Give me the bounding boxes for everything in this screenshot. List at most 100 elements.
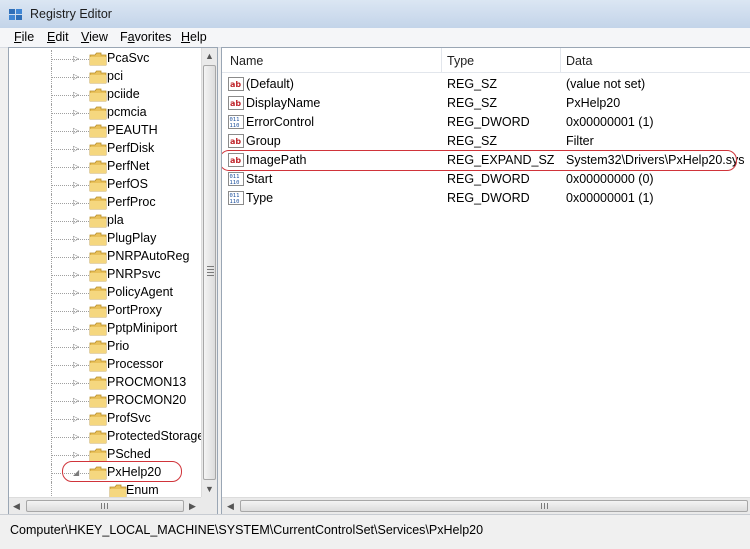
tree-guide-line (51, 95, 89, 96)
tree-item[interactable]: ▷ PerfDisk (9, 140, 201, 158)
value-row[interactable]: ab DisplayName REG_SZ PxHelp20 (222, 94, 750, 113)
tree-item[interactable]: ▷ pla (9, 212, 201, 230)
value-data: (value not set) (566, 77, 646, 91)
tree-item[interactable]: ▷ Prio (9, 338, 201, 356)
column-type-header[interactable]: Type (447, 54, 474, 68)
collapse-arrow-icon[interactable]: ◢ (73, 468, 82, 478)
tree-scroll-thumb[interactable] (203, 65, 216, 480)
binary-value-icon: 011110 (228, 115, 244, 129)
tree-item-label: ProfSvc (107, 411, 151, 425)
value-data: 0x00000001 (1) (566, 191, 654, 205)
menu-edit[interactable]: Edit (47, 30, 69, 44)
key-tree-pane[interactable]: ▷ PcaSvc ▷ pci ▷ pciide ▷ pcmcia ▷ PEAUTH ▷ PerfDis… (8, 47, 218, 515)
expand-arrow-icon[interactable]: ▷ (73, 288, 82, 298)
tree-item[interactable]: ▷ PerfProc (9, 194, 201, 212)
scroll-left-icon[interactable]: ◀ (13, 501, 20, 512)
expand-arrow-icon[interactable]: ▷ (73, 162, 82, 172)
tree-guide-line (51, 482, 52, 497)
expand-arrow-icon[interactable]: ▷ (73, 234, 82, 244)
expand-arrow-icon[interactable]: ▷ (73, 378, 82, 388)
expand-arrow-icon[interactable]: ▷ (73, 54, 82, 64)
tree-guide-line (51, 401, 89, 402)
value-row[interactable]: ab ImagePath REG_EXPAND_SZ System32\Drivers… (222, 151, 750, 170)
expand-arrow-icon[interactable]: ▷ (73, 396, 82, 406)
tree-item-label: PerfNet (107, 159, 150, 173)
tree-guide-line (51, 185, 89, 186)
tree-item[interactable]: ▷ pci (9, 68, 201, 86)
scroll-down-icon[interactable]: ▼ (205, 484, 214, 494)
tree-item[interactable]: ▷ Processor (9, 356, 201, 374)
tree-vertical-scrollbar[interactable]: ▲ ▼ (201, 48, 217, 497)
value-name: Type (246, 191, 274, 205)
values-hscroll-thumb[interactable] (240, 500, 748, 512)
tree-item-child[interactable]: Enum (9, 482, 201, 497)
expand-arrow-icon[interactable]: ▷ (73, 450, 82, 460)
value-row[interactable]: ab (Default) REG_SZ (value not set) (222, 75, 750, 94)
tree-item[interactable]: ▷ PortProxy (9, 302, 201, 320)
column-name-header[interactable]: Name (230, 54, 263, 68)
menu-view[interactable]: View (81, 30, 108, 44)
tree-item[interactable]: ▷ PROCMON20 (9, 392, 201, 410)
tree-guide-line (51, 455, 89, 456)
scroll-up-icon[interactable]: ▲ (205, 51, 214, 61)
tree-horizontal-scrollbar[interactable]: ◀ ▶ (9, 497, 201, 514)
value-row[interactable]: 011 110 Start REG_DWORD 0x00000000 (0) (222, 170, 750, 189)
values-horizontal-scrollbar[interactable]: ◀ (222, 497, 750, 514)
grip-icon (207, 266, 214, 276)
scroll-right-icon[interactable]: ▶ (189, 501, 196, 512)
expand-arrow-icon[interactable]: ▷ (73, 198, 82, 208)
expand-arrow-icon[interactable]: ▷ (73, 360, 82, 370)
tree-item[interactable]: ▷ PolicyAgent (9, 284, 201, 302)
expand-arrow-icon[interactable]: ▷ (73, 414, 82, 424)
tree-item[interactable]: ▷ PEAUTH (9, 122, 201, 140)
value-row[interactable]: 011 110 Type REG_DWORD 0x00000001 (1) (222, 189, 750, 208)
expand-arrow-icon[interactable]: ▷ (73, 126, 82, 136)
tree-item-label: PxHelp20 (107, 465, 162, 479)
tree-item[interactable]: ▷ pciide (9, 86, 201, 104)
expand-arrow-icon[interactable]: ▷ (73, 432, 82, 442)
column-data-header[interactable]: Data (566, 54, 592, 68)
column-divider[interactable] (560, 48, 561, 72)
menu-favorites[interactable]: Favorites (120, 30, 171, 44)
expand-arrow-icon[interactable]: ▷ (73, 216, 82, 226)
expand-arrow-icon[interactable]: ▷ (73, 324, 82, 334)
key-tree[interactable]: ▷ PcaSvc ▷ pci ▷ pciide ▷ pcmcia ▷ PEAUTH ▷ PerfDis… (9, 48, 201, 497)
expand-arrow-icon[interactable]: ▷ (73, 72, 82, 82)
expand-arrow-icon[interactable]: ▷ (73, 108, 82, 118)
tree-item[interactable]: ▷ ProtectedStorage (9, 428, 201, 446)
tree-item[interactable]: ▷ PSched (9, 446, 201, 464)
tree-item[interactable]: ▷ ProfSvc (9, 410, 201, 428)
tree-guide-line (51, 293, 89, 294)
svg-text:110: 110 (230, 123, 240, 129)
tree-item[interactable]: ◢ PxHelp20 (9, 464, 201, 482)
tree-item-label: PNRPAutoReg (107, 249, 190, 263)
tree-item[interactable]: ▷ PNRPsvc (9, 266, 201, 284)
expand-arrow-icon[interactable]: ▷ (73, 306, 82, 316)
tree-item[interactable]: ▷ PerfOS (9, 176, 201, 194)
value-type: REG_SZ (447, 77, 498, 91)
expand-arrow-icon[interactable]: ▷ (73, 144, 82, 154)
value-row[interactable]: 011 110 ErrorControl REG_DWORD 0x00000001 (1… (222, 113, 750, 132)
expand-arrow-icon[interactable]: ▷ (73, 90, 82, 100)
tree-item[interactable]: ▷ PcaSvc (9, 50, 201, 68)
scroll-left-icon[interactable]: ◀ (227, 501, 234, 512)
grip-icon (101, 503, 109, 509)
menu-file[interactable]: File (14, 30, 34, 44)
value-row[interactable]: ab Group REG_SZ Filter (222, 132, 750, 151)
expand-arrow-icon[interactable]: ▷ (73, 270, 82, 280)
folder-icon (89, 70, 107, 84)
expand-arrow-icon[interactable]: ▷ (73, 252, 82, 262)
column-divider[interactable] (441, 48, 442, 72)
values-pane[interactable]: Name Type Data ab (Default) REG_SZ (value n… (221, 47, 750, 515)
tree-item[interactable]: ▷ PROCMON13 (9, 374, 201, 392)
expand-arrow-icon[interactable]: ▷ (73, 342, 82, 352)
expand-arrow-icon[interactable]: ▷ (73, 180, 82, 190)
tree-item[interactable]: ▷ pcmcia (9, 104, 201, 122)
tree-item[interactable]: ▷ PlugPlay (9, 230, 201, 248)
tree-item[interactable]: ▷ PNRPAutoReg (9, 248, 201, 266)
tree-hscroll-thumb[interactable] (26, 500, 184, 512)
tree-item[interactable]: ▷ PptpMiniport (9, 320, 201, 338)
tree-item[interactable]: ▷ PerfNet (9, 158, 201, 176)
menu-help[interactable]: Help (181, 30, 207, 44)
folder-icon (89, 412, 107, 426)
